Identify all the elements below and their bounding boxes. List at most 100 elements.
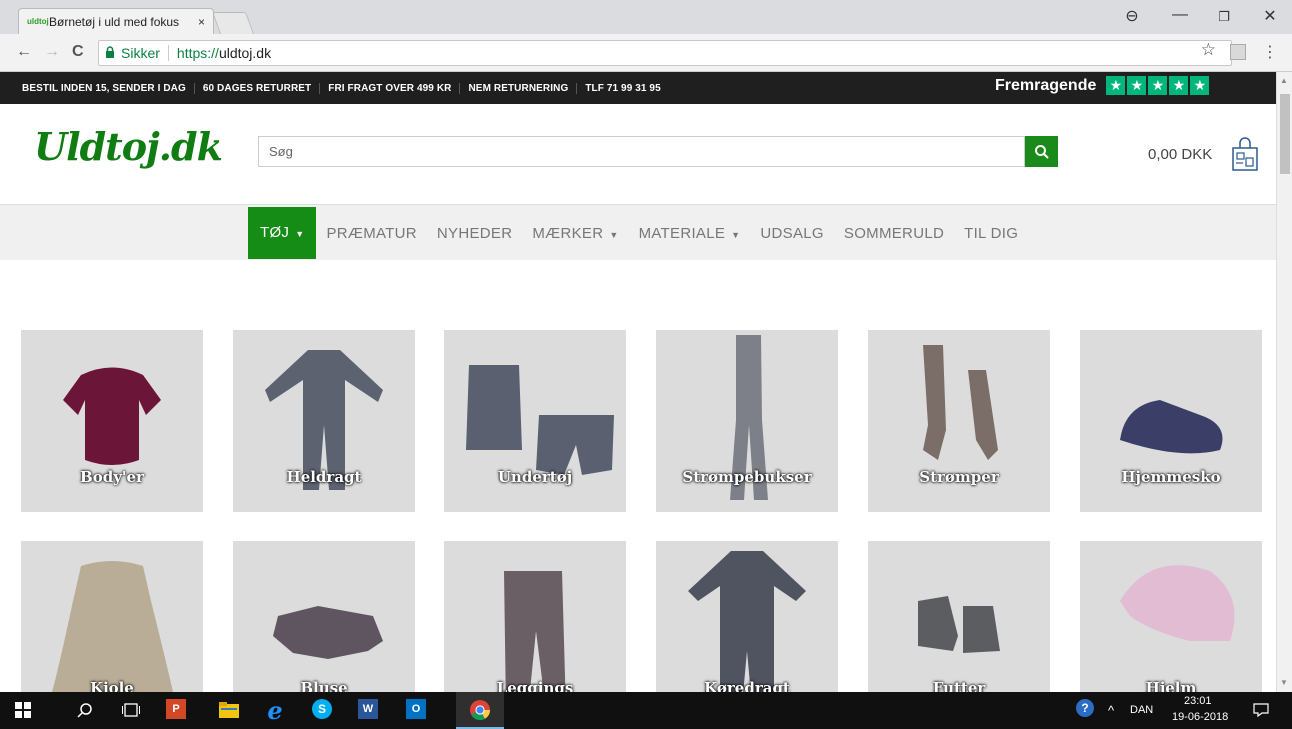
product-image [273,606,383,659]
category-tile[interactable]: Body'er [21,330,203,512]
word-icon[interactable]: W [358,699,378,719]
site-header: Uldtoj.dk Søg 0,00 DKK [0,104,1276,204]
nav-item-nyheder[interactable]: NYHEDER [427,225,522,242]
chrome-icon [470,700,491,721]
usp-bar: BESTIL INDEN 15, SENDER I DAG 60 DAGES R… [0,72,1276,104]
scrollbar-thumb[interactable] [1280,94,1290,174]
category-label: Undertøj [497,468,573,486]
task-view-icon[interactable] [120,699,142,721]
category-label: Heldragt [286,468,362,486]
nav-item-udsalg[interactable]: UDSALG [750,225,834,242]
category-tile[interactable]: Hjemmesko [1080,330,1262,512]
clock-date[interactable]: 19-06-2018 [1172,711,1228,723]
category-label: Strømper [919,468,999,486]
category-tile[interactable]: Strømpebukser [656,330,838,512]
language-indicator[interactable]: DAN [1130,704,1153,716]
category-tile[interactable]: Undertøj [444,330,626,512]
main-navigation: TØJ ▼ PRÆMATUR NYHEDER MÆRKER ▼ MATERIALE ▼… [0,204,1276,260]
nav-item-toj[interactable]: TØJ ▼ [248,207,317,259]
extension-icon[interactable] [1230,44,1246,60]
search-input[interactable]: Søg [258,136,1025,167]
category-tile[interactable]: Heldragt [233,330,415,512]
category-label: Kjole [90,679,134,692]
category-tile[interactable]: Futter [868,541,1050,692]
outlook-icon[interactable]: O [406,699,426,719]
star-icon: ★ [1148,76,1168,95]
category-tile[interactable]: Bluse [233,541,415,692]
address-bar[interactable]: Sikker https:// uldtoj.dk [98,40,1232,66]
category-tile[interactable]: Strømper [868,330,1050,512]
category-tile[interactable]: Kjole [21,541,203,692]
browser-tab[interactable]: uldtoj Børnetøj i uld med fokus × [18,8,214,34]
back-icon[interactable]: ← [16,43,32,61]
windows-start-icon[interactable] [12,699,34,721]
usp-item: NEM RETURNERING [460,82,578,94]
tab-close-icon[interactable]: × [198,15,205,29]
star-icon: ★ [1169,76,1189,95]
browser-menu-icon[interactable]: ⋮ [1262,42,1278,62]
forward-icon[interactable]: → [44,43,60,61]
help-icon[interactable]: ? [1076,699,1094,717]
nav-item-maerker[interactable]: MÆRKER ▼ [522,225,628,242]
bookmark-star-icon[interactable]: ☆ [1201,40,1216,60]
lock-icon [105,45,115,61]
url-protocol: https:// [176,45,219,61]
clock-time[interactable]: 23:01 [1184,695,1212,707]
product-image [504,571,566,692]
restore-icon[interactable]: ❐ [1214,9,1234,25]
star-icon: ★ [1106,76,1126,95]
address-separator [167,45,169,61]
category-tile[interactable]: Køredragt [656,541,838,692]
browser-toolbar: ← → C Sikker https:// uldtoj.dk ☆ ⋮ [0,34,1292,72]
nav-item-sommeruld[interactable]: SOMMERULD [834,225,954,242]
site-favicon-icon: uldtoj [27,16,49,26]
web-page: BESTIL INDEN 15, SENDER I DAG 60 DAGES R… [0,72,1276,692]
skype-icon[interactable]: S [312,699,332,719]
nav-item-praematur[interactable]: PRÆMATUR [316,225,426,242]
browser-tab-strip: uldtoj Børnetøj i uld med fokus × ⊖ — ❐ … [0,0,1292,34]
trust-label: Fremragende [995,76,1097,94]
nav-item-materiale[interactable]: MATERIALE ▼ [629,225,751,242]
scroll-up-icon[interactable]: ▲ [1280,76,1288,85]
windows-taskbar: P e S W O ? ^ DAN 23:01 19-06-2018 [0,692,1292,729]
tab-title: Børnetøj i uld med fokus [49,14,180,29]
search-button[interactable] [1025,136,1058,167]
reload-icon[interactable]: C [72,43,84,61]
category-label: Bluse [300,679,348,692]
scroll-down-icon[interactable]: ▼ [1280,678,1288,687]
search-icon[interactable] [74,699,96,721]
star-icon: ★ [1127,76,1147,95]
category-tile[interactable]: Leggings [444,541,626,692]
nav-item-til-dig[interactable]: TIL DIG [954,225,1028,242]
site-logo[interactable]: Uldtoj.dk [34,124,223,169]
usp-item: BESTIL INDEN 15, SENDER I DAG [22,82,195,94]
category-label: Køredragt [704,679,790,692]
category-label: Body'er [80,468,144,486]
new-tab-button[interactable] [211,12,255,34]
category-label: Hjelm [1145,679,1197,692]
usp-item: FRI FRAGT OVER 499 KR [320,82,461,94]
url-host: uldtoj.dk [218,45,272,61]
search-icon [1034,144,1049,159]
product-image [1120,565,1235,641]
cart-bag-icon[interactable] [1230,136,1260,172]
powerpoint-icon[interactable]: P [166,699,186,719]
product-image [918,596,1000,653]
chrome-taskbar-active[interactable] [456,692,504,729]
file-explorer-icon[interactable] [218,699,240,721]
close-window-icon[interactable]: ✕ [1260,6,1280,26]
product-image [52,561,173,692]
category-label: Leggings [496,679,574,692]
product-image [688,551,806,692]
internet-explorer-icon[interactable]: e [264,696,286,725]
notification-icon[interactable] [1250,699,1272,721]
category-tile[interactable]: Hjelm [1080,541,1262,692]
usp-item: 60 DAGES RETURRET [195,82,321,94]
trustpilot-rating[interactable]: Fremragende ★ ★ ★ ★ ★ [995,76,1211,95]
tray-chevron-icon[interactable]: ^ [1108,703,1114,718]
cart-total[interactable]: 0,00 DKK [1148,146,1212,163]
minimize-icon[interactable]: — [1170,6,1190,24]
page-scrollbar[interactable]: ▲ ▼ [1276,72,1292,692]
profile-icon[interactable]: ⊖ [1122,6,1142,26]
category-label: Strømpebukser [682,468,812,486]
